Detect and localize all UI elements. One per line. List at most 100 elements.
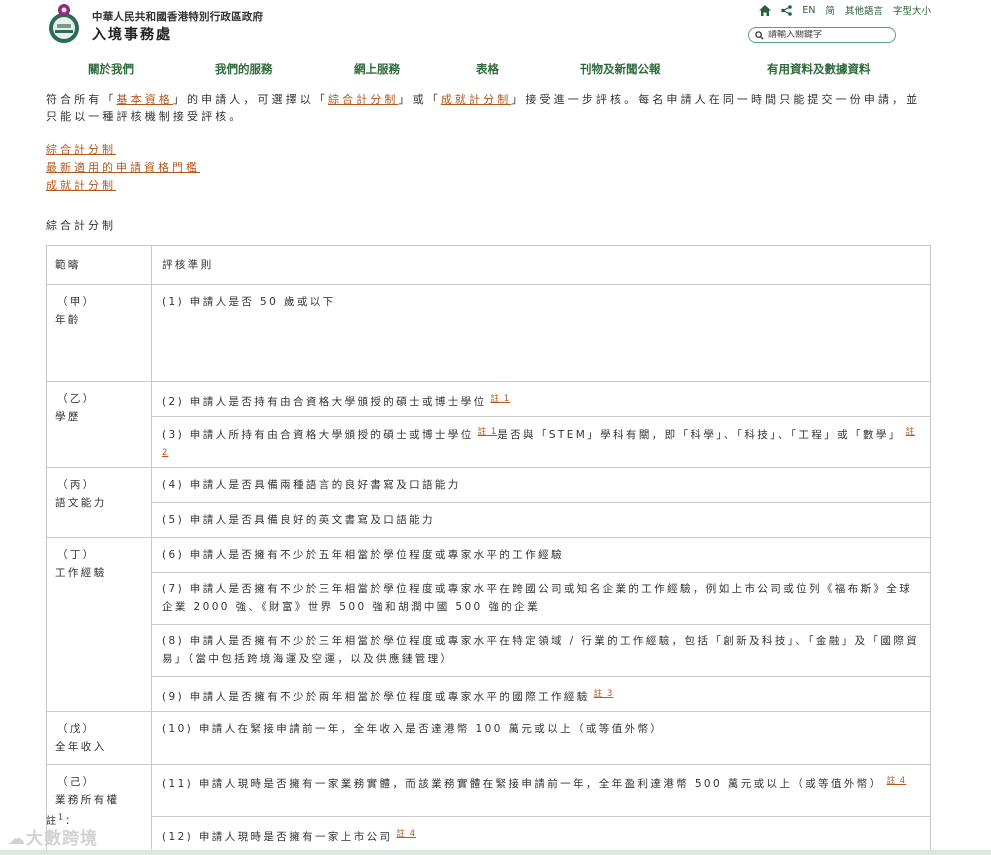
table-row: (12) 申請人現時是否擁有一家上市公司註 4 xyxy=(47,816,931,852)
footnote-link[interactable]: 註 4 xyxy=(396,829,416,839)
watermark-cloud-icon: ☁ xyxy=(8,829,26,849)
criteria-text: (3) 申請人所持有由合資格大學頒授的碩士或博士學位 xyxy=(162,429,474,441)
lang-en-link[interactable]: EN xyxy=(802,5,815,16)
table-row: （丁） 工作經驗 (6) 申請人是否擁有不少於五年相當於學位程度或專家水平的工作… xyxy=(46,537,931,712)
criteria-cell: (8) 申請人是否擁有不少於三年相當於學位程度或專家水平在特定領域 / 行業的工… xyxy=(151,624,931,677)
category-cell: （丁） 工作經驗 xyxy=(46,537,152,712)
main-nav: 關於我們 我們的服務 網上服務 表格 刊物及新聞公報 有用資料及數據資料 xyxy=(0,61,991,79)
criteria-text: (11) 申請人現時是否擁有一家業務實體，而該業務實體在緊接申請前一年，全年盈利… xyxy=(162,778,883,790)
quick-link-achievement-points[interactable]: 成就計分制 xyxy=(46,177,200,195)
criteria-cell: (2) 申請人是否持有由合資格大學頒授的碩士或博士學位註 1 xyxy=(151,381,931,417)
category-code: （丁） xyxy=(57,549,96,561)
criteria-cell: (12) 申請人現時是否擁有一家上市公司註 4 xyxy=(151,816,931,852)
category-name: 學歷 xyxy=(55,411,81,423)
intro-text: 符合所有「 xyxy=(46,93,117,106)
section-title: 綜合計分制 xyxy=(46,219,116,232)
font-size-link[interactable]: 字型大小 xyxy=(893,3,931,17)
footnote-link[interactable]: 註 1 xyxy=(491,394,511,404)
column-header-criteria: 評核準則 xyxy=(151,245,931,285)
table-row: （戊） 全年收入 (10) 申請人在緊接申請前一年，全年收入是否達港幣 100 … xyxy=(46,711,931,765)
criteria-cell: (10) 申請人在緊接申請前一年，全年收入是否達港幣 100 萬元或以上（或等值… xyxy=(151,711,931,765)
category-cell: （丙） 語文能力 xyxy=(46,467,152,538)
intro-text: 」的申請人，可選擇以「 xyxy=(172,93,329,106)
general-points-link[interactable]: 綜合計分制 xyxy=(328,93,399,106)
footnote-link[interactable]: 註 3 xyxy=(594,689,614,699)
table-header-row: 範疇 評核準則 xyxy=(46,245,931,285)
table-row: (3) 申請人所持有由合資格大學頒授的碩士或博士學位註 1是否與「STEM」學科… xyxy=(47,416,931,468)
table-row: (8) 申請人是否擁有不少於三年相當於學位程度或專家水平在特定領域 / 行業的工… xyxy=(47,624,931,677)
table-row: （乙） 學歷 (2) 申請人是否持有由合資格大學頒授的碩士或博士學位註 1 xyxy=(46,381,931,468)
hksar-emblem-icon[interactable] xyxy=(46,2,82,46)
table-row: （丙） 語文能力 (4) 申請人是否具備兩種語言的良好書寫及口語能力 xyxy=(46,467,931,538)
dept-name[interactable]: 入境事務處 xyxy=(92,24,172,44)
criteria-cell: (4) 申請人是否具備兩種語言的良好書寫及口語能力 xyxy=(151,467,931,503)
footnote-link[interactable]: 註 4 xyxy=(887,776,907,786)
category-code: （甲） xyxy=(57,296,96,308)
nav-item-e-services[interactable]: 網上服務 xyxy=(354,61,400,77)
gov-name: 中華人民共和國香港特別行政區政府 xyxy=(92,11,264,23)
criteria-text: (10) 申請人在緊接申請前一年，全年收入是否達港幣 100 萬元或以上（或等值… xyxy=(162,723,664,735)
quick-link-general-points[interactable]: 綜合計分制 xyxy=(46,141,200,159)
quick-links: 綜合計分制 最新適用的申請資格門檻 成就計分制 xyxy=(46,141,200,195)
table-row: （己） 業務所有權 (11) 申請人現時是否擁有一家業務實體，而該業務實體在緊接… xyxy=(46,764,931,852)
intro-text: 」或「 xyxy=(398,93,441,106)
page: 中華人民共和國香港特別行政區政府 入境事務處 EN 简 其他語言 字型大小 關於… xyxy=(0,0,991,855)
category-code: （乙） xyxy=(57,393,96,405)
basic-eligibility-link[interactable]: 基本資格 xyxy=(117,93,173,106)
category-code: （丙） xyxy=(57,479,96,491)
criteria-cell: (5) 申請人是否具備良好的英文書寫及口語能力 xyxy=(151,502,931,538)
category-name: 業務所有權 xyxy=(55,794,120,806)
footnote-link[interactable]: 註 1 xyxy=(478,427,498,437)
category-code: （己） xyxy=(57,776,96,788)
criteria-cell: (1) 申請人是否 50 歲或以下 xyxy=(151,284,931,382)
nav-item-about[interactable]: 關於我們 xyxy=(88,61,134,77)
category-cell: （甲） 年齡 xyxy=(46,284,152,382)
criteria-text: (8) 申請人是否擁有不少於三年相當於學位程度或專家水平在特定領域 / 行業的工… xyxy=(162,635,920,665)
criteria-cell: (9) 申請人是否擁有不少於兩年相當於學位程度或專家水平的國際工作經驗註 3 xyxy=(151,676,931,712)
watermark-text: 大數跨境 xyxy=(26,829,98,849)
home-icon[interactable] xyxy=(759,4,772,16)
nav-item-services[interactable]: 我們的服務 xyxy=(215,61,273,77)
criteria-cell: (6) 申請人是否擁有不少於五年相當於學位程度或專家水平的工作經驗 xyxy=(151,537,931,573)
criteria-text: (2) 申請人是否持有由合資格大學頒授的碩士或博士學位 xyxy=(162,396,487,408)
category-name: 工作經驗 xyxy=(55,567,107,579)
utility-bar: EN 简 其他語言 字型大小 xyxy=(759,3,931,17)
nav-item-useful-info[interactable]: 有用資料及數據資料 xyxy=(767,61,871,77)
bottom-bar xyxy=(0,850,991,855)
criteria-text: (12) 申請人現時是否擁有一家上市公司 xyxy=(162,831,393,843)
lang-sc-link[interactable]: 简 xyxy=(825,3,835,17)
table-row: (7) 申請人是否擁有不少於三年相當於學位程度或專家水平在跨國公司或知名企業的工… xyxy=(47,572,931,625)
criteria-text: (7) 申請人是否擁有不少於三年相當於學位程度或專家水平在跨國公司或知名企業的工… xyxy=(162,583,913,613)
intro-paragraph: 符合所有「基本資格」的申請人，可選擇以「綜合計分制」或「成就計分制」接受進一步評… xyxy=(46,91,926,125)
share-icon[interactable] xyxy=(781,4,793,16)
achievement-points-link[interactable]: 成就計分制 xyxy=(441,93,512,106)
column-header-category: 範疇 xyxy=(46,245,152,285)
category-name: 語文能力 xyxy=(55,497,107,509)
criteria-cell: (3) 申請人所持有由合資格大學頒授的碩士或博士學位註 1是否與「STEM」學科… xyxy=(151,416,931,468)
criteria-text: (5) 申請人是否具備良好的英文書寫及口語能力 xyxy=(162,514,435,526)
category-code: （戊） xyxy=(57,723,96,735)
criteria-cell: (11) 申請人現時是否擁有一家業務實體，而該業務實體在緊接申請前一年，全年盈利… xyxy=(151,764,931,817)
search-input[interactable] xyxy=(768,30,888,40)
criteria-text: 是否與「STEM」學科有關，即「科學」、「科技」、「工程」或「數學」 xyxy=(497,429,902,441)
category-name: 年齡 xyxy=(55,314,81,326)
table-row: （甲） 年齡 (1) 申請人是否 50 歲或以下 xyxy=(46,284,931,382)
category-name: 全年收入 xyxy=(55,741,107,753)
criteria-text: (1) 申請人是否 50 歲或以下 xyxy=(162,296,336,308)
criteria-text: (6) 申請人是否擁有不少於五年相當於學位程度或專家水平的工作經驗 xyxy=(162,549,564,561)
watermark-logo: ☁大數跨境 xyxy=(8,824,98,849)
category-cell: （戊） 全年收入 xyxy=(46,711,152,765)
search-icon[interactable] xyxy=(755,30,764,40)
criteria-text: (9) 申請人是否擁有不少於兩年相當於學位程度或專家水平的國際工作經驗 xyxy=(162,691,590,703)
nav-item-forms[interactable]: 表格 xyxy=(476,61,499,77)
other-lang-link[interactable]: 其他語言 xyxy=(845,3,883,17)
table-row: (5) 申請人是否具備良好的英文書寫及口語能力 xyxy=(47,502,931,538)
search-box[interactable] xyxy=(748,27,896,43)
table-row: (9) 申請人是否擁有不少於兩年相當於學位程度或專家水平的國際工作經驗註 3 xyxy=(47,676,931,712)
criteria-table: 範疇 評核準則 （甲） 年齡 (1) 申請人是否 50 歲或以下 （乙） 學歷 … xyxy=(46,245,931,852)
nav-item-publications[interactable]: 刊物及新聞公報 xyxy=(580,61,661,77)
quick-link-latest-threshold[interactable]: 最新適用的申請資格門檻 xyxy=(46,159,200,177)
criteria-cell: (7) 申請人是否擁有不少於三年相當於學位程度或專家水平在跨國公司或知名企業的工… xyxy=(151,572,931,625)
criteria-text: (4) 申請人是否具備兩種語言的良好書寫及口語能力 xyxy=(162,479,461,491)
category-cell: （乙） 學歷 xyxy=(46,381,152,468)
